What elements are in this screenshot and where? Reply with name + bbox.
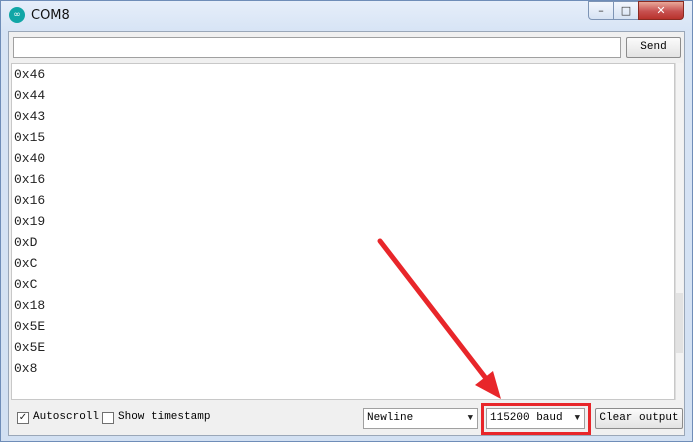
output-line: 0x5E — [14, 319, 46, 334]
output-line: 0xC — [14, 277, 38, 292]
output-line: 0x15 — [14, 130, 46, 145]
output-line: 0xC — [14, 256, 38, 271]
scrollbar-thumb[interactable] — [676, 293, 683, 353]
serial-monitor-window: ∞ COM8 – □ ✕ Send 0x46 0x44 0x43 0x15 0x… — [0, 0, 693, 442]
output-line: 0x8 — [14, 361, 38, 376]
output-line: 0x18 — [14, 298, 46, 313]
close-button[interactable]: ✕ — [638, 1, 684, 20]
send-input[interactable] — [13, 37, 621, 58]
output-line: 0x46 — [14, 67, 46, 82]
output-line: 0x5E — [14, 340, 46, 355]
title-bar[interactable]: ∞ COM8 – □ ✕ — [1, 1, 692, 31]
autoscroll-checkbox[interactable]: ✓ — [17, 412, 29, 424]
output-line: 0x19 — [14, 214, 46, 229]
serial-monitor-body: Send 0x46 0x44 0x43 0x15 0x40 0x16 0x16 … — [8, 31, 685, 436]
line-ending-value: Newline — [367, 412, 414, 424]
minimize-button[interactable]: – — [588, 1, 614, 20]
clear-output-button[interactable]: Clear output — [595, 408, 683, 429]
output-line: 0x40 — [14, 151, 46, 166]
timestamp-checkbox[interactable] — [102, 412, 114, 424]
line-ending-select[interactable]: Newline ▼ — [363, 408, 478, 429]
serial-output[interactable]: 0x46 0x44 0x43 0x15 0x40 0x16 0x16 0x19 … — [11, 63, 675, 400]
output-line: 0x43 — [14, 109, 46, 124]
autoscroll-label: Autoscroll — [33, 411, 100, 423]
baud-highlight-box — [481, 403, 591, 435]
output-scrollbar[interactable] — [675, 63, 683, 400]
timestamp-label: Show timestamp — [118, 411, 211, 423]
output-line: 0x16 — [14, 172, 46, 187]
output-line: 0x16 — [14, 193, 46, 208]
arduino-logo-icon: ∞ — [9, 7, 25, 23]
maximize-button[interactable]: □ — [613, 1, 639, 20]
output-line: 0xD — [14, 235, 38, 250]
chevron-down-icon: ▼ — [467, 413, 473, 423]
window-title: COM8 — [31, 8, 70, 23]
send-button[interactable]: Send — [626, 37, 681, 58]
output-line: 0x44 — [14, 88, 46, 103]
status-bar: ✓ Autoscroll Show timestamp Newline ▼ 11… — [9, 403, 684, 435]
